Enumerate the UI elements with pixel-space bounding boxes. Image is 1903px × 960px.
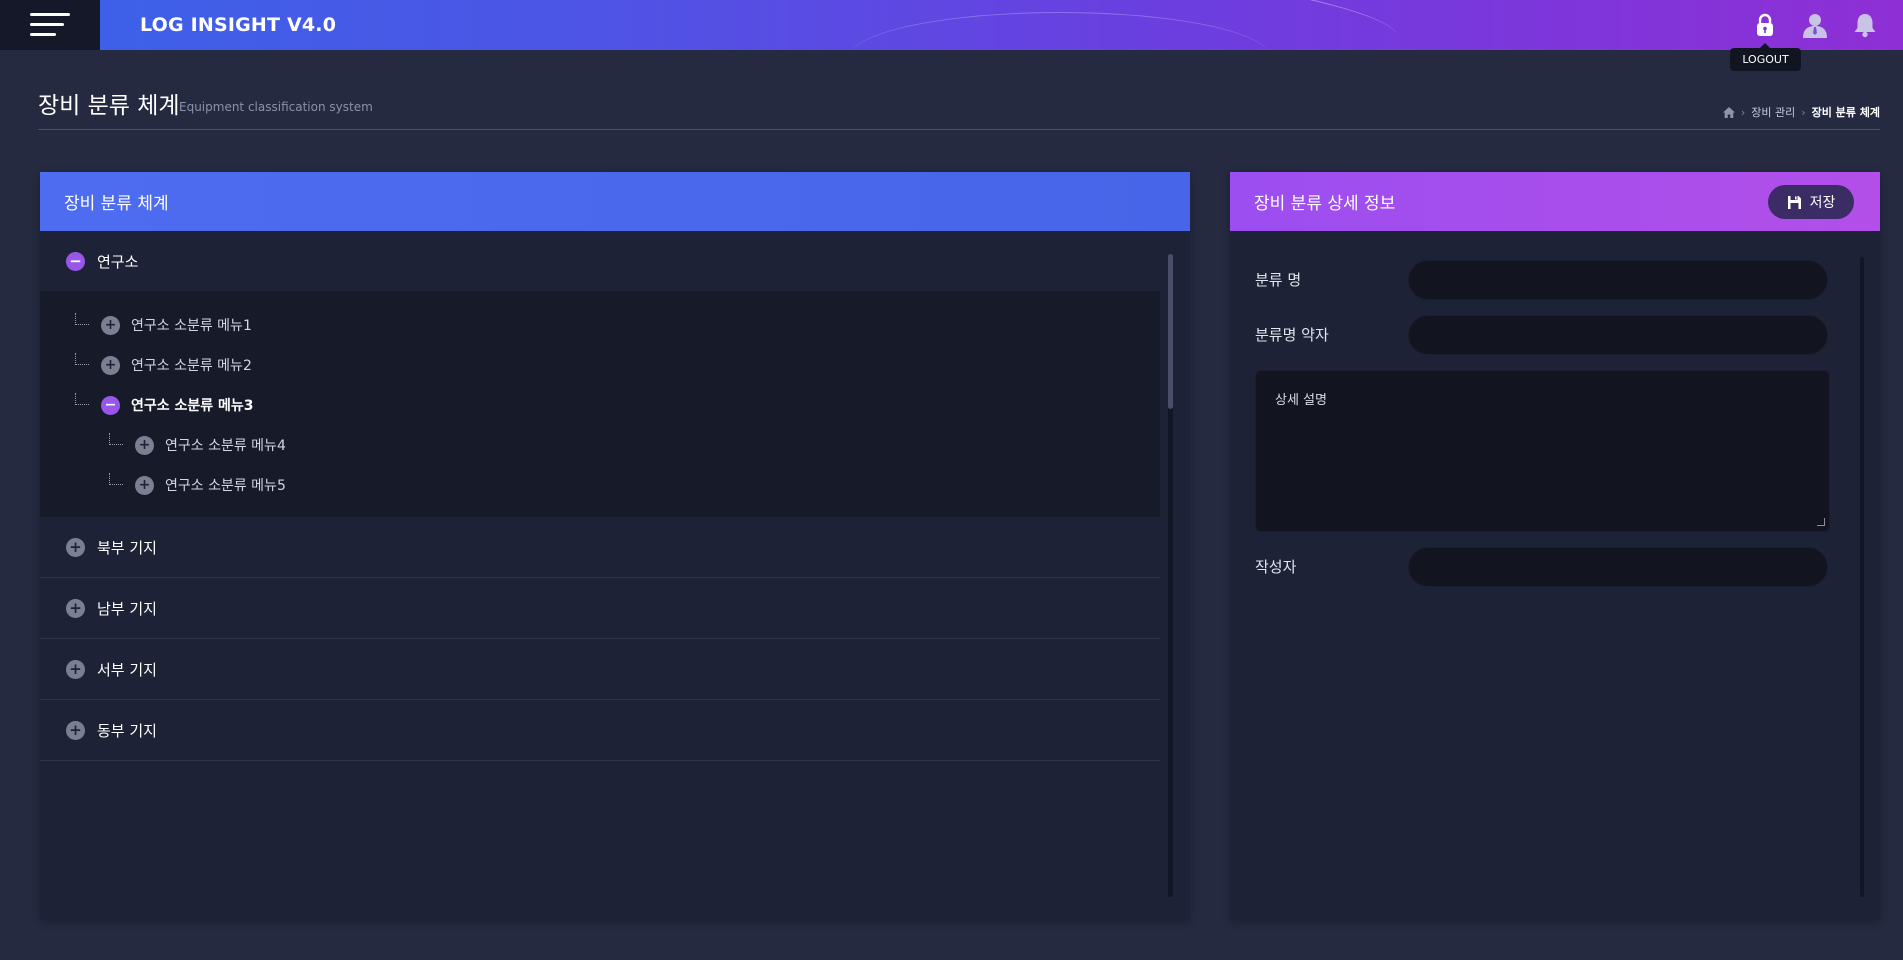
tree-scrollbar[interactable]	[1168, 254, 1173, 897]
user-icon	[1803, 14, 1827, 38]
app-title: LOG INSIGHT V4.0	[140, 14, 337, 36]
page-title: 장비 분류 체계	[38, 93, 180, 119]
form-row-abbr: 분류명 약자	[1255, 315, 1830, 355]
tree-node-label: 서부 기지	[97, 660, 157, 679]
tree-node-label: 연구소 소분류 메뉴5	[165, 478, 286, 494]
detail-form: 분류 명 분류명 약자 작성자	[1255, 260, 1830, 602]
form-row-author: 작성자	[1255, 547, 1830, 587]
notification-button[interactable]	[1850, 10, 1880, 40]
classification-abbr-input[interactable]	[1408, 315, 1828, 355]
tree-panel-header: 장비 분류 체계	[40, 172, 1190, 231]
logout-tooltip: LOGOUT	[1730, 43, 1801, 71]
tree-node-lab-sub3[interactable]: − 연구소 소분류 메뉴3	[40, 385, 1160, 425]
expand-icon[interactable]: +	[66, 720, 85, 740]
tree-node-label: 연구소 소분류 메뉴1	[131, 318, 252, 334]
tree-node-east-base[interactable]: + 동부 기지	[40, 700, 1160, 761]
scrollbar-thumb[interactable]	[1168, 254, 1173, 409]
menu-button[interactable]	[0, 0, 100, 50]
classification-name-label: 분류 명	[1255, 271, 1302, 289]
tree-node-label: 연구소 소분류 메뉴4	[165, 438, 286, 454]
chevron-right-icon: ›	[1801, 105, 1806, 119]
top-header: LOG INSIGHT V4.0	[0, 0, 1903, 50]
detail-panel-header: 장비 분류 상세 정보 저장	[1230, 172, 1880, 231]
tree-node-label: 연구소 소분류 메뉴2	[131, 358, 252, 374]
expand-icon[interactable]: +	[66, 598, 85, 618]
user-button[interactable]	[1800, 10, 1830, 40]
page-header: 장비 분류 체계 Equipment classification system…	[38, 80, 1880, 130]
expand-icon[interactable]: +	[66, 537, 85, 557]
menu-icon	[30, 13, 70, 37]
tree-connector	[109, 433, 123, 445]
tree-node-label: 연구소 소분류 메뉴3	[131, 398, 254, 414]
tree-connector	[109, 473, 123, 485]
form-row-description	[1255, 370, 1830, 532]
tree-node-west-base[interactable]: + 서부 기지	[40, 639, 1160, 700]
form-row-name: 분류 명	[1255, 260, 1830, 300]
tree-node-lab[interactable]: − 연구소	[40, 231, 1160, 291]
tree-node-label: 연구소	[97, 252, 139, 271]
page-subtitle: Equipment classification system	[179, 100, 373, 114]
tree-connector	[75, 353, 89, 365]
tree-node-lab-sub2[interactable]: + 연구소 소분류 메뉴2	[40, 345, 1160, 385]
floppy-disk-icon	[1787, 195, 1801, 209]
detail-panel-title: 장비 분류 상세 정보	[1254, 194, 1396, 214]
description-textarea[interactable]	[1255, 370, 1830, 532]
breadcrumb: › 장비 관리 › 장비 분류 체계	[1722, 104, 1880, 120]
home-icon[interactable]	[1722, 106, 1735, 118]
tree-children-lab: + 연구소 소분류 메뉴1 + 연구소 소분류 메뉴2 − 연구소 소분류 메뉴…	[40, 291, 1160, 517]
classification-abbr-label: 분류명 약자	[1255, 326, 1329, 344]
expand-icon[interactable]: +	[135, 475, 154, 495]
breadcrumb-item-current: 장비 분류 체계	[1811, 106, 1880, 119]
expand-icon[interactable]: +	[135, 435, 154, 455]
classification-tree: − 연구소 + 연구소 소분류 메뉴1 + 연구소 소분류 메뉴2 − 연구소 …	[40, 231, 1160, 920]
tree-node-south-base[interactable]: + 남부 기지	[40, 578, 1160, 639]
collapse-icon[interactable]: −	[66, 251, 85, 271]
expand-icon[interactable]: +	[101, 355, 120, 375]
tree-node-lab-sub1[interactable]: + 연구소 소분류 메뉴1	[40, 305, 1160, 345]
author-input[interactable]	[1408, 547, 1828, 587]
tree-node-lab-sub5[interactable]: + 연구소 소분류 메뉴5	[40, 465, 1160, 505]
save-button-label: 저장	[1809, 195, 1836, 211]
author-label: 작성자	[1255, 558, 1297, 576]
tree-node-north-base[interactable]: + 북부 기지	[40, 517, 1160, 578]
tree-node-label: 북부 기지	[97, 538, 157, 557]
expand-icon[interactable]: +	[101, 315, 120, 335]
bell-icon	[1854, 14, 1876, 38]
tree-node-label: 동부 기지	[97, 721, 157, 740]
tree-node-lab-sub4[interactable]: + 연구소 소분류 메뉴4	[40, 425, 1160, 465]
detail-scrollbar[interactable]	[1860, 257, 1864, 897]
classification-detail-panel: 장비 분류 상세 정보 저장 분류 명 분류명 약자 작성자	[1230, 172, 1880, 920]
tree-node-label: 남부 기지	[97, 599, 157, 618]
chevron-right-icon: ›	[1740, 105, 1746, 119]
resize-handle-icon[interactable]	[1817, 518, 1825, 526]
breadcrumb-item-equipment[interactable]: 장비 관리	[1751, 104, 1795, 120]
tree-connector	[75, 393, 89, 405]
classification-tree-panel: 장비 분류 체계 − 연구소 + 연구소 소분류 메뉴1 + 연구소 소분류 메…	[40, 172, 1190, 920]
expand-icon[interactable]: +	[66, 659, 85, 679]
tree-panel-title: 장비 분류 체계	[64, 194, 169, 214]
save-button[interactable]: 저장	[1768, 185, 1854, 219]
logout-button[interactable]	[1750, 10, 1780, 40]
classification-name-input[interactable]	[1408, 260, 1828, 300]
lock-icon	[1757, 13, 1773, 36]
tree-connector	[75, 313, 89, 325]
collapse-icon[interactable]: −	[101, 395, 120, 415]
